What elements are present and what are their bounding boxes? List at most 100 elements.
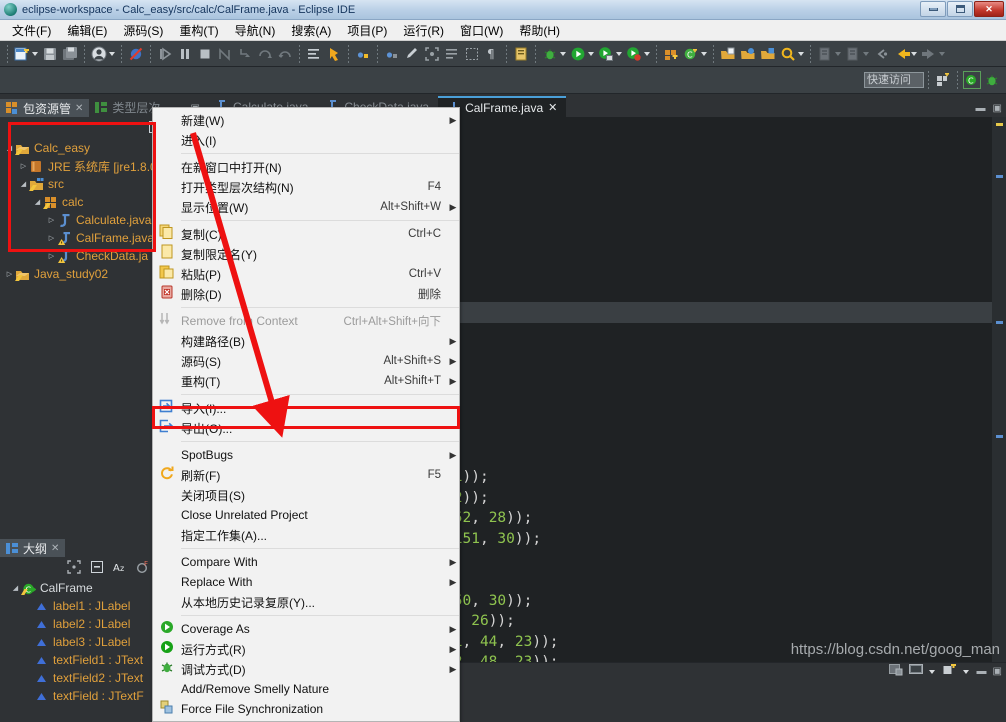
context-menu-item[interactable]: 重构(T) Alt+Shift+T ▶ (153, 371, 459, 391)
perspective-java-icon[interactable]: C (963, 71, 981, 89)
context-menu-item[interactable]: 复制限定名(Y) (153, 244, 459, 264)
tab-outline[interactable]: 大纲 ✕ (0, 537, 66, 557)
minimize-editor-icon[interactable]: ▬ (976, 103, 986, 114)
maximize-console-icon[interactable]: ▣ (993, 666, 1002, 677)
save-icon[interactable] (41, 45, 59, 63)
coverage-dropdown-icon[interactable] (644, 51, 650, 56)
maximize-button[interactable] (947, 1, 973, 17)
context-menu-item[interactable]: 调试方式(D) ▶ (153, 659, 459, 679)
next-annotation-icon[interactable] (816, 45, 834, 63)
next-annotation-dropdown-icon[interactable] (835, 51, 841, 56)
context-menu-item[interactable]: 导入(I)... (153, 398, 459, 418)
context-menu-item[interactable]: 运行方式(R) ▶ (153, 639, 459, 659)
context-menu[interactable]: 新建(W) ▶ 进入(I) 在新窗口中打开(N) 打开类型层次结构(N) F4 显示位置(W… (152, 107, 460, 722)
new-wizard-dropdown-icon[interactable] (32, 51, 38, 56)
menu-refactor[interactable]: 重构(T) (171, 20, 226, 41)
perspective-debug-icon[interactable] (983, 71, 1001, 89)
new-class-dropdown-icon[interactable] (701, 51, 707, 56)
suspend-icon[interactable] (176, 45, 194, 63)
console-dropdown-icon[interactable] (928, 669, 935, 674)
previous-annotation-icon[interactable] (844, 45, 862, 63)
collapse-all-icon[interactable] (90, 560, 104, 574)
open-task-icon[interactable] (739, 45, 757, 63)
step-return-icon[interactable] (276, 45, 294, 63)
quick-access-input[interactable]: 快速访问 (864, 72, 924, 88)
close-button[interactable]: ✕ (974, 1, 1004, 17)
context-menu-item[interactable]: 进入(I) (153, 130, 459, 150)
context-menu-item[interactable]: 显示位置(W) Alt+Shift+W ▶ (153, 197, 459, 217)
step-over-icon[interactable] (256, 45, 274, 63)
resume-icon[interactable] (156, 45, 174, 63)
toggle-breakpoint-icon[interactable] (354, 45, 372, 63)
display-selected-console-icon[interactable] (908, 664, 923, 679)
chevron-right-icon[interactable]: ▷ (18, 162, 29, 170)
back-dropdown-icon[interactable] (911, 51, 917, 56)
back-icon[interactable] (892, 45, 910, 63)
context-menu-item[interactable]: 指定工作集(A)... (153, 525, 459, 545)
new-class-icon[interactable]: C (682, 45, 700, 63)
collapse-all-icon[interactable] (443, 45, 461, 63)
menu-window[interactable]: 窗口(W) (452, 20, 511, 41)
open-file-icon[interactable] (512, 45, 530, 63)
focus-selection-icon[interactable] (423, 45, 441, 63)
menu-run[interactable]: 运行(R) (395, 20, 452, 41)
minimize-button[interactable] (920, 1, 946, 17)
new-console-dropdown-icon[interactable] (962, 669, 969, 674)
run-icon[interactable] (569, 45, 587, 63)
user-profile-dropdown-icon[interactable] (109, 51, 115, 56)
previous-annotation-dropdown-icon[interactable] (863, 51, 869, 56)
format-lines-icon[interactable] (305, 45, 323, 63)
overview-ruler[interactable] (992, 117, 1006, 662)
minimize-console-icon[interactable]: ▬ (977, 666, 987, 677)
context-menu-item[interactable]: Force File Synchronization (153, 699, 459, 719)
context-menu-item[interactable]: 从本地历史记录复原(Y)... (153, 592, 459, 612)
context-menu-item[interactable]: 删除(D) 删除 (153, 284, 459, 304)
run-configurations-icon[interactable] (597, 45, 615, 63)
context-menu-item[interactable]: 复制(C) Ctrl+C (153, 224, 459, 244)
disconnect-icon[interactable] (216, 45, 234, 63)
search-dropdown-icon[interactable] (798, 51, 804, 56)
menu-help[interactable]: 帮助(H) (511, 20, 568, 41)
breakpoint-disabled-icon[interactable] (383, 45, 401, 63)
context-menu-item[interactable]: Compare With ▶ (153, 552, 459, 572)
new-console-icon[interactable] (943, 664, 957, 679)
chevron-right-icon[interactable]: ▷ (4, 270, 15, 278)
context-menu-item[interactable]: 在新窗口中打开(N) (153, 157, 459, 177)
context-menu-item[interactable]: 导出(O)... (153, 418, 459, 438)
edit-pencil-icon[interactable] (403, 45, 421, 63)
chevron-right-icon[interactable]: ▷ (46, 252, 57, 260)
chevron-right-icon[interactable]: ▷ (46, 234, 57, 242)
context-menu-item[interactable]: Coverage As ▶ (153, 619, 459, 639)
menu-source[interactable]: 源码(S) (115, 20, 171, 41)
new-wizard-icon[interactable] (13, 45, 31, 63)
last-edit-location-icon[interactable] (872, 45, 890, 63)
show-whitespace-icon[interactable]: ¶ (483, 45, 501, 63)
chevron-down-icon[interactable]: ◢ (4, 144, 15, 152)
menu-file[interactable]: 文件(F) (4, 20, 59, 41)
chevron-down-icon[interactable]: ◢ (32, 198, 43, 206)
run-dropdown-icon[interactable] (588, 51, 594, 56)
pin-console-icon[interactable] (888, 664, 903, 679)
maximize-editor-icon[interactable]: ▣ (993, 103, 1002, 114)
save-all-icon[interactable] (61, 45, 79, 63)
close-icon[interactable]: ✕ (51, 543, 59, 554)
menu-edit[interactable]: 编辑(E) (59, 20, 115, 41)
select-block-icon[interactable] (463, 45, 481, 63)
context-menu-item[interactable]: 打开类型层次结构(N) F4 (153, 177, 459, 197)
open-type-icon[interactable] (719, 45, 737, 63)
menu-navigate[interactable]: 导航(N) (227, 20, 284, 41)
forward-icon[interactable] (920, 45, 938, 63)
chevron-down-icon[interactable]: ◢ (10, 584, 21, 592)
debug-bug-icon[interactable] (541, 45, 559, 63)
debug-dropdown-icon[interactable] (560, 51, 566, 56)
context-menu-item[interactable]: 粘贴(P) Ctrl+V (153, 264, 459, 284)
context-menu-item[interactable]: 关闭项目(S) (153, 485, 459, 505)
sort-alphabetically-icon[interactable]: Az (113, 560, 127, 574)
skip-breakpoints-icon[interactable] (127, 45, 145, 63)
hide-fields-icon[interactable]: F (136, 560, 150, 574)
step-into-icon[interactable] (236, 45, 254, 63)
coverage-icon[interactable] (625, 45, 643, 63)
open-resource-icon[interactable] (759, 45, 777, 63)
context-menu-item[interactable]: Add/Remove Smelly Nature (153, 679, 459, 699)
context-menu-item[interactable]: 新建(W) ▶ (153, 110, 459, 130)
